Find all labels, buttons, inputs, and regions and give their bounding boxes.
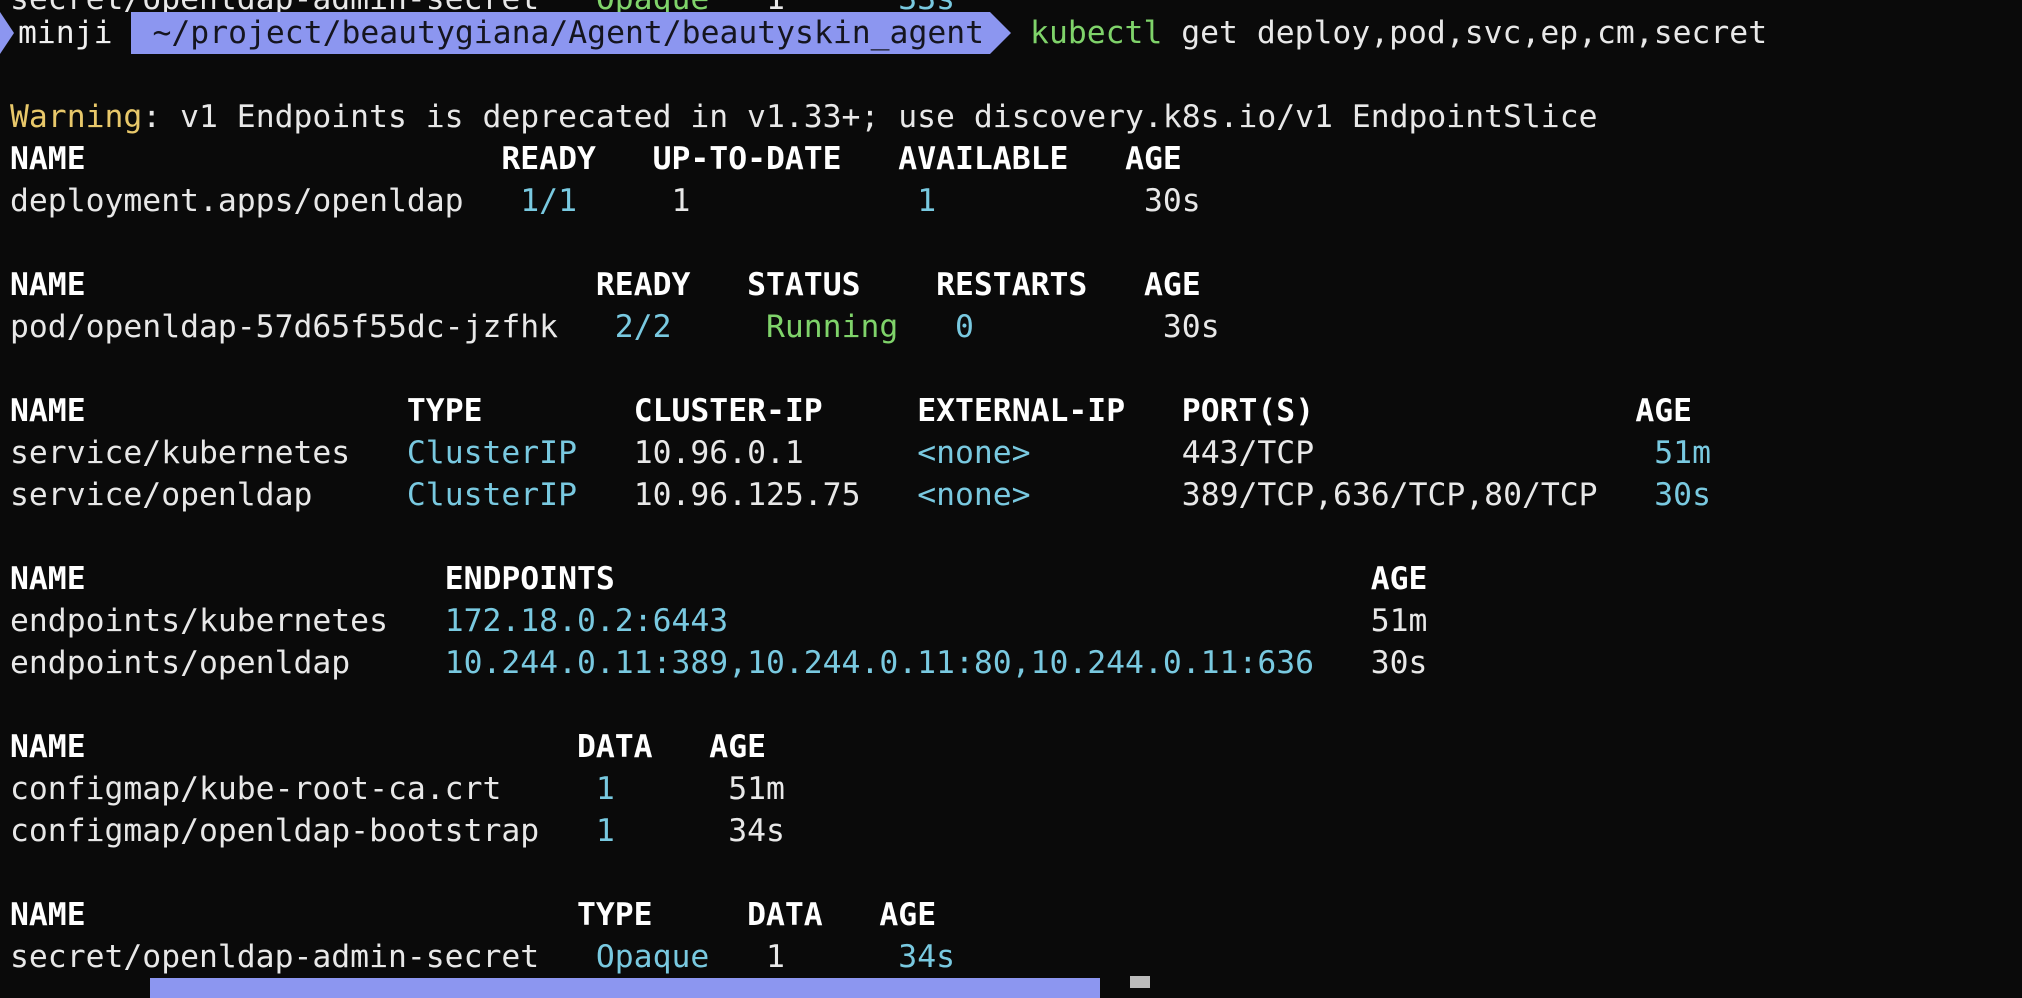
table-header: NAME READY STATUS RESTARTS AGE [10, 264, 1201, 306]
col-header: TYPE [576, 897, 653, 933]
cell: 10.96.125.75 [633, 477, 861, 513]
col-header: AVAILABLE [898, 141, 1069, 177]
table-header: NAME ENDPOINTS AGE [10, 558, 1427, 600]
prompt-path: ~/project/beautygiana/Agent/beautyskin_a… [130, 12, 1011, 54]
col-header: DATA [747, 897, 823, 933]
col-header: AGE [1635, 393, 1693, 429]
col-header: DATA [576, 729, 653, 765]
cell: 1/1 [520, 183, 577, 219]
col-header: AGE [1370, 561, 1428, 597]
table-header: NAME TYPE CLUSTER-IP EXTERNAL-IP PORT(S)… [10, 390, 1692, 432]
table-row[interactable]: pod/openldap-57d65f55dc-jzfhk 2/2 Runnin… [10, 306, 1220, 348]
col-header: READY [501, 141, 596, 177]
col-header: READY [595, 267, 691, 303]
table-row[interactable]: endpoints/kubernetes 172.18.0.2:6443 51m [10, 600, 1427, 642]
command-line: kubectl get deploy,pod,svc,ep,cm,secret [990, 12, 1767, 54]
status-badge: Running [765, 309, 899, 345]
cell: 10.96.0.1 [633, 435, 804, 471]
cell: 34s [898, 939, 955, 975]
cell: service/kubernetes [10, 435, 351, 471]
command-args: get deploy,pod,svc,ep,cm,secret [1162, 15, 1768, 51]
cell: 2/2 [614, 309, 672, 345]
cell: ClusterIP [406, 477, 577, 513]
cell: 30s [1654, 477, 1711, 513]
table-row[interactable]: configmap/openldap-bootstrap 1 34s [10, 810, 785, 852]
cell: <none> [917, 435, 1031, 471]
table-row[interactable]: configmap/kube-root-ca.crt 1 51m [10, 768, 785, 810]
cell: 172.18.0.2:6443 [444, 603, 729, 639]
cell: 0 [954, 309, 974, 345]
cell: <none> [917, 477, 1031, 513]
col-header: TYPE [406, 393, 483, 429]
col-header: EXTERNAL-IP [917, 393, 1126, 429]
cell: service/openldap [10, 477, 313, 513]
table-header: NAME READY UP-TO-DATE AVAILABLE AGE [10, 138, 1182, 180]
cell: 30s [1143, 183, 1201, 219]
table-header: NAME DATA AGE [10, 726, 766, 768]
cell: configmap/kube-root-ca.crt [10, 771, 502, 807]
table-row[interactable]: secret/openldap-admin-secret Opaque 1 34… [10, 936, 955, 978]
cell: 1 [765, 939, 785, 975]
table-row[interactable]: service/openldap ClusterIP 10.96.125.75 … [10, 474, 1711, 516]
col-header: AGE [709, 729, 766, 765]
cell: 51m [728, 771, 785, 807]
cell: deployment.apps/openldap [10, 183, 464, 219]
cell: 389/TCP,636/TCP,80/TCP [1181, 477, 1598, 513]
cell: 30s [1370, 645, 1428, 681]
cell: endpoints/kubernetes [10, 603, 388, 639]
cell: 1 [671, 183, 691, 219]
shell-prompt: minji ~/project/beautygiana/Agent/beauty… [0, 12, 1767, 54]
table-row[interactable]: service/kubernetes ClusterIP 10.96.0.1 <… [10, 432, 1711, 474]
prompt-start-arrow-icon [0, 12, 14, 54]
col-header: NAME [10, 897, 86, 933]
col-header: STATUS [747, 267, 861, 303]
warning-line: Warning: v1 Endpoints is deprecated in v… [10, 96, 1598, 138]
col-header: PORT(S) [1181, 393, 1315, 429]
next-prompt-bar [150, 978, 1100, 998]
col-header: CLUSTER-IP [633, 393, 823, 429]
col-header: NAME [10, 267, 86, 303]
cell: 30s [1162, 309, 1220, 345]
col-header: NAME [10, 393, 86, 429]
col-header: ENDPOINTS [444, 561, 615, 597]
warning-text: : v1 Endpoints is deprecated in v1.33+; … [142, 99, 1598, 135]
col-header: NAME [10, 141, 86, 177]
cell: endpoints/openldap [10, 645, 351, 681]
cell: ClusterIP [406, 435, 577, 471]
cell: 1 [917, 183, 937, 219]
terminal-cursor [1130, 976, 1150, 988]
cell: configmap/openldap-bootstrap [10, 813, 540, 849]
table-row[interactable]: deployment.apps/openldap 1/1 1 1 30s [10, 180, 1201, 222]
cell: 51m [1654, 435, 1711, 471]
col-header: AGE [879, 897, 937, 933]
col-header: NAME [10, 561, 86, 597]
table-row[interactable]: endpoints/openldap 10.244.0.11:389,10.24… [10, 642, 1427, 684]
warning-label: Warning [10, 99, 143, 135]
col-header: UP-TO-DATE [652, 141, 842, 177]
col-header: RESTARTS [936, 267, 1088, 303]
cell: secret/openldap-admin-secret [10, 939, 540, 975]
cell: 443/TCP [1181, 435, 1315, 471]
cell: pod/openldap-57d65f55dc-jzfhk [10, 309, 559, 345]
table-header: NAME TYPE DATA AGE [10, 894, 936, 936]
command-name: kubectl [1030, 15, 1163, 51]
cell: Opaque [595, 939, 710, 975]
cell: 51m [1370, 603, 1428, 639]
cell: 34s [728, 813, 785, 849]
cell: 1 [595, 813, 615, 849]
col-header: AGE [1144, 267, 1201, 303]
cell: 1 [595, 771, 615, 807]
prompt-user: minji [18, 15, 113, 51]
col-header: AGE [1125, 141, 1182, 177]
cell: 10.244.0.11:389,10.244.0.11:80,10.244.0.… [444, 645, 1315, 681]
col-header: NAME [10, 729, 86, 765]
